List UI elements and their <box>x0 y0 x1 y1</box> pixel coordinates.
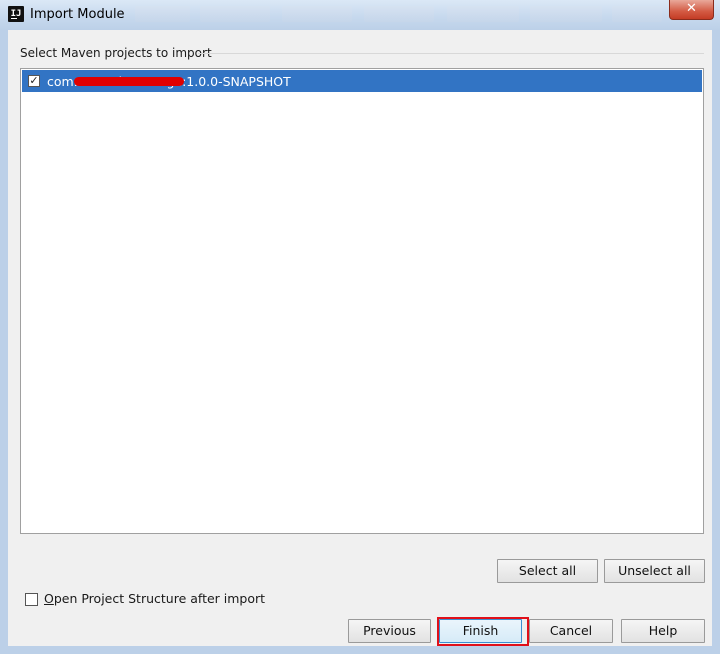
select-all-button[interactable]: Select all <box>497 559 598 583</box>
open-structure-label[interactable]: Open Project Structure after import <box>44 591 265 606</box>
project-checkbox[interactable]: ✓ <box>28 75 40 87</box>
title-bar: IJ Import Module ✕ <box>0 0 720 31</box>
section-label: Select Maven projects to import <box>20 46 212 60</box>
section-divider <box>198 53 704 54</box>
finish-button[interactable]: Finish <box>439 619 522 643</box>
background-taskbar-item <box>530 6 602 22</box>
close-icon[interactable]: ✕ <box>669 0 714 20</box>
background-taskbar-item <box>282 6 352 22</box>
list-item[interactable]: ✓ com.z...-web-manage:1.0.0-SNAPSHOT <box>22 70 702 92</box>
background-taskbar-item <box>135 6 190 22</box>
background-taskbar-item <box>200 6 270 22</box>
intellij-idea-icon: IJ <box>8 6 24 22</box>
checkmark-icon: ✓ <box>29 74 39 87</box>
previous-button[interactable]: Previous <box>348 619 431 643</box>
dialog-body: Select Maven projects to import ✓ com.z.… <box>8 30 712 646</box>
window-title: Import Module <box>30 7 125 22</box>
open-structure-text: pen Project Structure after import <box>53 591 266 606</box>
help-button[interactable]: Help <box>621 619 705 643</box>
redaction-mark <box>74 77 184 86</box>
maven-project-list[interactable]: ✓ com.z...-web-manage:1.0.0-SNAPSHOT <box>20 68 704 534</box>
background-taskbar-item <box>612 6 662 22</box>
background-taskbar-item <box>447 6 519 22</box>
open-structure-mnemonic: O <box>44 591 54 606</box>
background-taskbar-item <box>364 6 434 22</box>
open-structure-checkbox[interactable] <box>25 593 38 606</box>
unselect-all-button[interactable]: Unselect all <box>604 559 705 583</box>
cancel-button[interactable]: Cancel <box>529 619 613 643</box>
